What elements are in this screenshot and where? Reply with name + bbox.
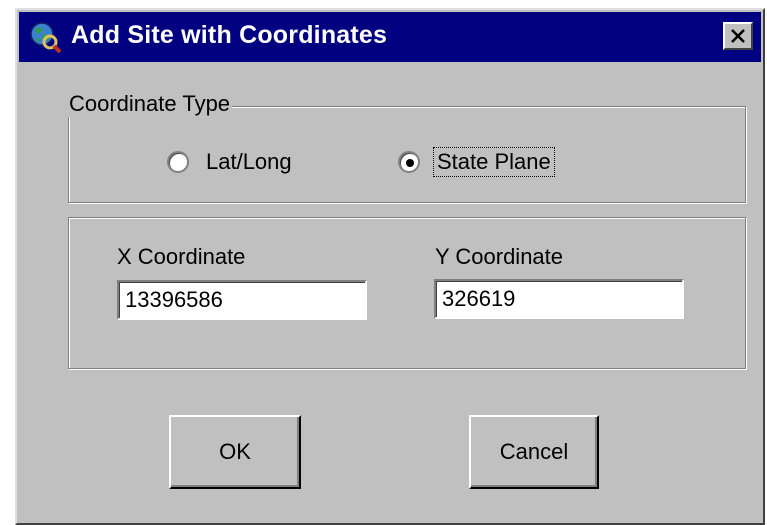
- ok-button[interactable]: OK: [169, 415, 301, 489]
- radio-state-plane[interactable]: State Plane: [398, 142, 555, 182]
- window-title: Add Site with Coordinates: [71, 21, 388, 49]
- title-bar[interactable]: Add Site with Coordinates: [19, 12, 761, 62]
- radio-button[interactable]: [398, 151, 420, 173]
- globe-search-icon: [29, 21, 62, 54]
- radio-label-state-plane: State Plane: [433, 147, 555, 177]
- dialog-window: Add Site with Coordinates Coordinate Typ…: [15, 8, 765, 525]
- coordinate-type-legend: Coordinate Type: [67, 91, 233, 117]
- cancel-button[interactable]: Cancel: [469, 415, 599, 489]
- y-coordinate-label: Y Coordinate: [435, 244, 564, 269]
- radio-lat-long[interactable]: Lat/Long: [167, 142, 295, 182]
- close-icon: [731, 29, 745, 43]
- radio-label-lat-long: Lat/Long: [206, 149, 292, 174]
- radio-selected-dot: [406, 159, 414, 167]
- y-coordinate-input[interactable]: [434, 279, 684, 319]
- radio-button[interactable]: [167, 151, 189, 173]
- close-button[interactable]: [723, 22, 753, 50]
- x-coordinate-label: X Coordinate: [117, 244, 246, 269]
- x-coordinate-input[interactable]: [117, 280, 367, 320]
